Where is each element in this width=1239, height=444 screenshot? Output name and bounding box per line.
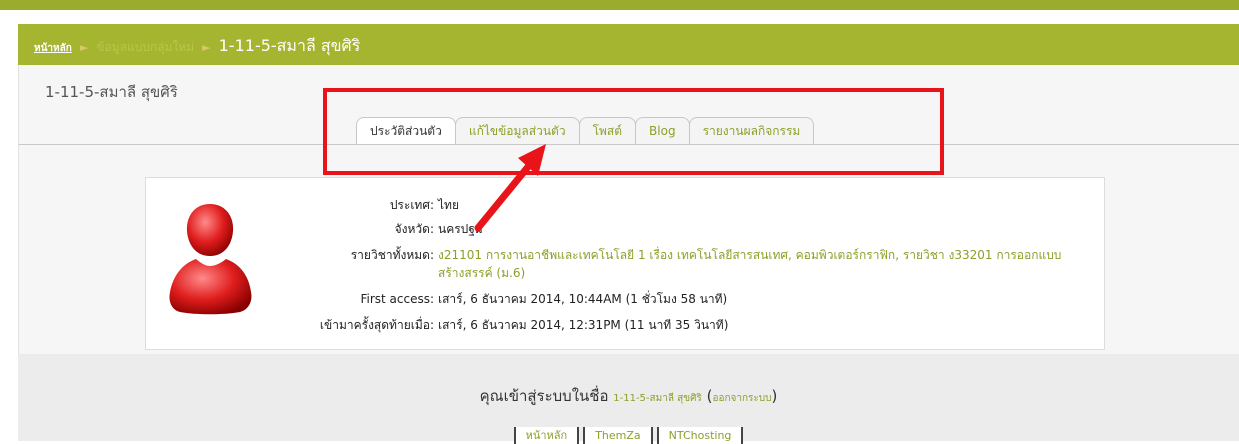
breadcrumb-home-link[interactable]: หน้าหลัก <box>34 43 72 54</box>
footer: คุณเข้าสู่ระบบในชื่อ 1-11-5-สมาลี สุขศิร… <box>18 354 1239 444</box>
breadcrumb-current: 1-11-5-สมาลี สุขศิริ <box>218 36 361 55</box>
breadcrumb: หน้าหลัก ► ข้อมูลแบบกลุ่มใหม่ ► 1-11-5-สมาลี… <box>34 34 360 59</box>
top-strip <box>0 0 1239 10</box>
breadcrumb-separator: ► <box>202 41 211 54</box>
page-title: 1-11-5-สมาลี สุขศิริ <box>45 83 178 101</box>
field-label: เข้ามาครั้งสุดท้ายเมื่อ: <box>319 318 434 332</box>
field-label: จังหวัด: <box>394 222 434 236</box>
highlight-box <box>323 88 944 175</box>
user-silhouette-icon <box>169 204 252 315</box>
footer-link-themza[interactable]: ThemZa <box>583 427 653 444</box>
logout-link[interactable]: ออกจากระบบ <box>712 393 771 404</box>
footer-links: หน้าหลัก ThemZa NTChosting <box>18 424 1239 444</box>
field-value: เสาร์, 6 ธันวาคม 2014, 10:44AM (1 ชั่วโม… <box>438 292 728 306</box>
login-user-link[interactable]: 1-11-5-สมาลี สุขศิริ <box>613 393 702 404</box>
footer-link-ntchosting[interactable]: NTChosting <box>656 427 744 444</box>
courses-link[interactable]: ง21101 การงานอาชีพและเทคโนโลยี 1 เรื่อง … <box>438 246 1078 282</box>
login-info: คุณเข้าสู่ระบบในชื่อ 1-11-5-สมาลี สุขศิร… <box>18 384 1239 408</box>
login-prefix: คุณเข้าสู่ระบบในชื่อ <box>479 387 609 405</box>
breadcrumb-middle-link[interactable]: ข้อมูลแบบกลุ่มใหม่ <box>96 40 194 54</box>
breadcrumb-separator: ► <box>79 41 89 54</box>
footer-link-home[interactable]: หน้าหลัก <box>513 427 580 444</box>
header-bar: หน้าหลัก ► ข้อมูลแบบกลุ่มใหม่ ► 1-11-5-สมาลี… <box>18 24 1239 65</box>
field-value: เสาร์, 6 ธันวาคม 2014, 12:31PM (11 นาที … <box>438 318 729 332</box>
red-arrow-icon <box>474 144 546 232</box>
field-label: First access: <box>360 292 434 306</box>
paren-close: ) <box>771 387 778 405</box>
profile-card: ประเทศ: ไทย จังหวัด: นครปฐม รายวิชาทั้งห… <box>145 177 1105 350</box>
field-label: รายวิชาทั้งหมด: <box>350 248 434 262</box>
field-label: ประเทศ: <box>389 198 434 212</box>
